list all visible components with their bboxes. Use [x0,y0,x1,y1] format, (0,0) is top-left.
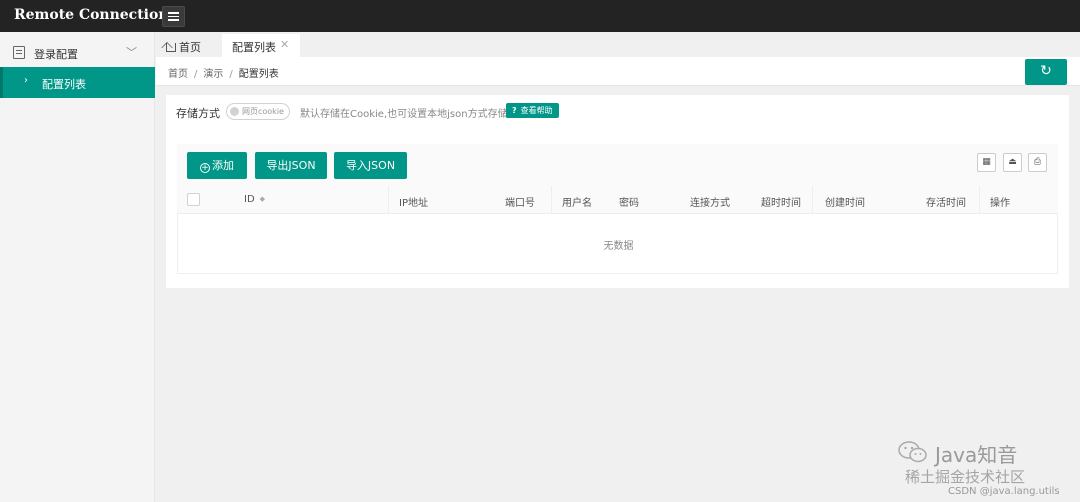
chevron-right-icon: › [24,75,28,86]
table-toolbar: + 添加 导出JSON 导入JSON ▦ ⏏ ⎙ [177,144,1058,186]
column-header-username: 用户名 [562,198,592,209]
column-header-actions: 操作 [990,198,1010,209]
sidebar: 登录配置 ﹀ › 配置列表 [0,32,155,502]
help-button[interactable]: ? 查看帮助 [506,103,559,118]
empty-state-text: 无数据 [603,241,634,252]
export-icon[interactable]: ⏏ [1003,153,1022,172]
refresh-button[interactable]: ↻ [1025,59,1067,85]
storage-toggle[interactable]: 网页cookie [226,103,290,120]
import-json-button[interactable]: 导入JSON [334,152,407,179]
chevron-down-icon: ﹀ [126,46,137,59]
storage-hint: 默认存储在Cookie,也可设置本地json方式存储 [300,109,508,120]
column-header-connection-type: 连接方式 [690,198,730,209]
tab-bar: 首页 配置列表 ✕ [156,32,1080,57]
watermark-title: Java知音 [935,443,1018,467]
watermark-credit: CSDN @java.lang.utils [948,486,1060,497]
sidebar-item-config-list[interactable]: › 配置列表 [0,67,155,98]
print-icon[interactable]: ⎙ [1028,153,1047,172]
column-header-port: 端口号 [505,198,535,209]
question-icon: ? [512,106,517,115]
tab-label: 配置列表 [232,41,276,54]
plus-circle-icon: + [200,163,210,173]
breadcrumb-current: 配置列表 [238,69,279,80]
column-header-ip: IP地址 [399,198,428,209]
toggle-knob [230,107,239,116]
hamburger-icon [168,12,179,14]
sidebar-group-label: 登录配置 [34,48,78,61]
toggle-text: 网页cookie [242,107,284,116]
breadcrumb: 首页 / 演示 / 配置列表 [168,69,279,80]
sidebar-item-label: 配置列表 [42,78,86,91]
table-body: 无数据 [177,214,1058,274]
active-indicator [0,67,3,98]
breadcrumb-bar: 首页 / 演示 / 配置列表 ↻ [156,57,1080,86]
tab-config-list[interactable]: 配置列表 ✕ [222,34,300,57]
form-icon [13,46,25,59]
app-title: Remote Connection [14,7,169,23]
select-all-checkbox[interactable] [187,193,200,206]
tab-label: 首页 [179,41,201,54]
home-icon [166,43,176,52]
sidebar-group-login-config[interactable]: 登录配置 ﹀ [0,40,155,66]
top-bar: Remote Connection [0,0,1080,32]
sort-icon[interactable]: ◆ [260,195,265,203]
wechat-logo-icon [898,441,927,463]
watermark-subtitle: 稀土掘金技术社区 [905,468,1026,486]
column-header-created-at: 创建时间 [825,198,865,209]
table-panel: + 添加 导出JSON 导入JSON ▦ ⏏ ⎙ ID ◆ IP地址 端口号 用户名… [177,144,1058,275]
table-header: ID ◆ IP地址 端口号 用户名 密码 连接方式 超时时间 创建时间 存活时间 … [177,186,1058,214]
add-button[interactable]: + 添加 [187,152,247,179]
column-header-password: 密码 [619,198,639,209]
columns-filter-icon[interactable]: ▦ [977,153,996,172]
export-json-button[interactable]: 导出JSON [255,152,327,179]
close-icon[interactable]: ✕ [280,38,289,51]
column-header-timeout: 超时时间 [761,198,801,209]
column-header-id[interactable]: ID ◆ [244,194,265,205]
breadcrumb-item[interactable]: 首页 [168,69,188,80]
breadcrumb-item[interactable]: 演示 [203,69,223,80]
storage-mode-label: 存储方式 [176,107,220,120]
column-header-keepalive: 存活时间 [926,198,966,209]
tab-home[interactable]: 首页 [166,34,201,57]
menu-toggle-button[interactable] [162,6,185,27]
refresh-icon: ↻ [1040,63,1052,79]
main-card: 存储方式 网页cookie 默认存储在Cookie,也可设置本地json方式存储… [166,95,1069,288]
